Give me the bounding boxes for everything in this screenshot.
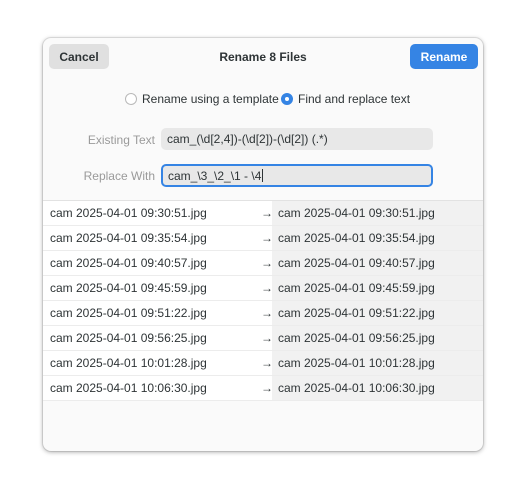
replace-with-value: cam_\3_\2_\1 - \4: [168, 168, 262, 183]
existing-text-value: cam_(\d[2,4])-(\d[2])-(\d[2]) (.*): [167, 132, 328, 146]
list-item: cam 2025-04-01 09:35:54.jpg → cam 2025-0…: [43, 226, 483, 251]
new-filename: cam 2025-04-01 09:40:57.jpg: [272, 251, 483, 275]
new-filename: cam 2025-04-01 09:56:25.jpg: [272, 326, 483, 350]
radio-rename-template[interactable]: Rename using a template: [125, 90, 279, 108]
text-caret: [262, 169, 264, 182]
original-filename: cam 2025-04-01 09:35:54.jpg: [50, 231, 207, 245]
new-filename: cam 2025-04-01 09:51:22.jpg: [272, 301, 483, 325]
list-item: cam 2025-04-01 09:30:51.jpg → cam 2025-0…: [43, 201, 483, 226]
replace-with-field[interactable]: cam_\3_\2_\1 - \4: [161, 164, 433, 187]
radio-rename-template-label: Rename using a template: [142, 92, 279, 106]
rename-preview-list: cam 2025-04-01 09:30:51.jpg → cam 2025-0…: [43, 200, 483, 401]
radio-find-replace[interactable]: Find and replace text: [281, 90, 410, 108]
list-item: cam 2025-04-01 09:45:59.jpg → cam 2025-0…: [43, 276, 483, 301]
list-item: cam 2025-04-01 09:56:25.jpg → cam 2025-0…: [43, 326, 483, 351]
list-item: cam 2025-04-01 10:06:30.jpg → cam 2025-0…: [43, 376, 483, 401]
replace-with-label: Replace With: [83, 169, 155, 183]
original-filename: cam 2025-04-01 09:45:59.jpg: [50, 281, 207, 295]
original-filename: cam 2025-04-01 10:06:30.jpg: [50, 381, 207, 395]
radio-unchecked-icon[interactable]: [125, 93, 137, 105]
new-filename: cam 2025-04-01 09:45:59.jpg: [272, 276, 483, 300]
rename-dialog: Cancel Rename 8 Files Rename Rename usin…: [43, 38, 483, 451]
list-item: cam 2025-04-01 09:51:22.jpg → cam 2025-0…: [43, 301, 483, 326]
original-filename: cam 2025-04-01 09:56:25.jpg: [50, 331, 207, 345]
original-filename: cam 2025-04-01 10:01:28.jpg: [50, 356, 207, 370]
original-filename: cam 2025-04-01 09:40:57.jpg: [50, 256, 207, 270]
new-filename: cam 2025-04-01 09:35:54.jpg: [272, 226, 483, 250]
list-item: cam 2025-04-01 09:40:57.jpg → cam 2025-0…: [43, 251, 483, 276]
header-bar: Cancel Rename 8 Files Rename: [43, 38, 483, 76]
radio-checked-icon[interactable]: [281, 93, 293, 105]
rename-button[interactable]: Rename: [410, 44, 478, 69]
radio-find-replace-label: Find and replace text: [298, 92, 411, 106]
existing-text-field[interactable]: cam_(\d[2,4])-(\d[2])-(\d[2]) (.*): [161, 128, 433, 150]
cancel-button[interactable]: Cancel: [49, 44, 109, 69]
new-filename: cam 2025-04-01 10:01:28.jpg: [272, 351, 483, 375]
original-filename: cam 2025-04-01 09:30:51.jpg: [50, 206, 207, 220]
new-filename: cam 2025-04-01 09:30:51.jpg: [272, 201, 483, 225]
list-item: cam 2025-04-01 10:01:28.jpg → cam 2025-0…: [43, 351, 483, 376]
new-filename: cam 2025-04-01 10:06:30.jpg: [272, 376, 483, 400]
dialog-title: Rename 8 Files: [219, 49, 307, 64]
original-filename: cam 2025-04-01 09:51:22.jpg: [50, 306, 207, 320]
existing-text-label: Existing Text: [87, 133, 155, 147]
